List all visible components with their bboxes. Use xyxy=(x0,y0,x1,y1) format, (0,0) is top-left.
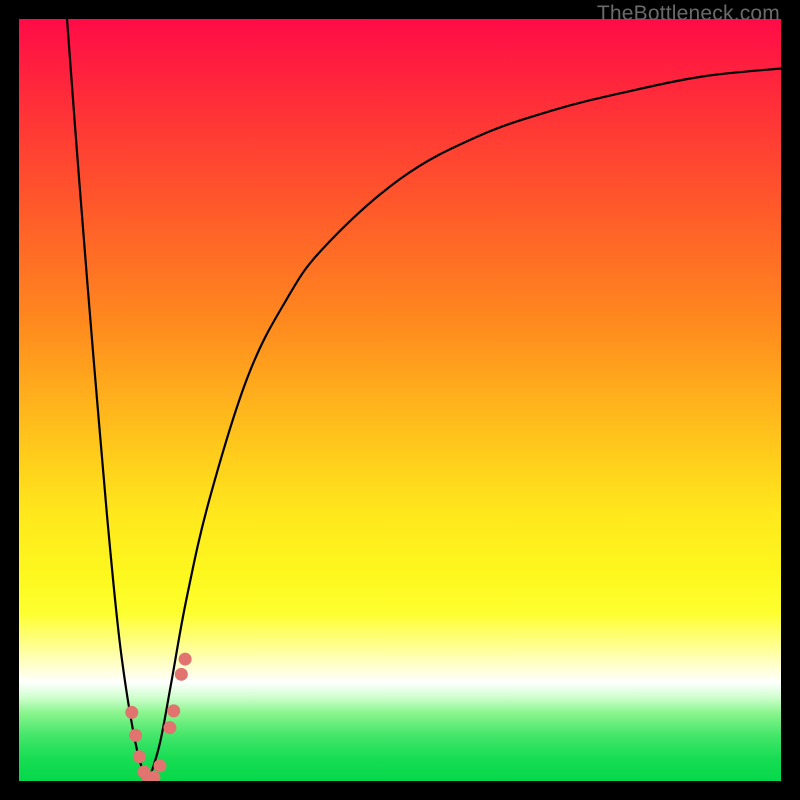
watermark-text: TheBottleneck.com xyxy=(597,2,780,26)
data-dot xyxy=(163,721,176,734)
plot-area xyxy=(19,19,781,781)
data-dot xyxy=(175,668,188,681)
data-dot xyxy=(153,759,166,772)
curve-group xyxy=(67,19,781,781)
chart-svg xyxy=(19,19,781,781)
data-dot xyxy=(167,704,180,717)
data-dot xyxy=(125,706,138,719)
left-branch-curve xyxy=(67,19,149,781)
right-branch-curve xyxy=(149,69,781,781)
data-dot xyxy=(129,729,142,742)
chart-frame: TheBottleneck.com xyxy=(0,0,800,800)
data-dots xyxy=(125,653,191,781)
data-dot xyxy=(133,750,146,763)
data-dot xyxy=(179,653,192,666)
